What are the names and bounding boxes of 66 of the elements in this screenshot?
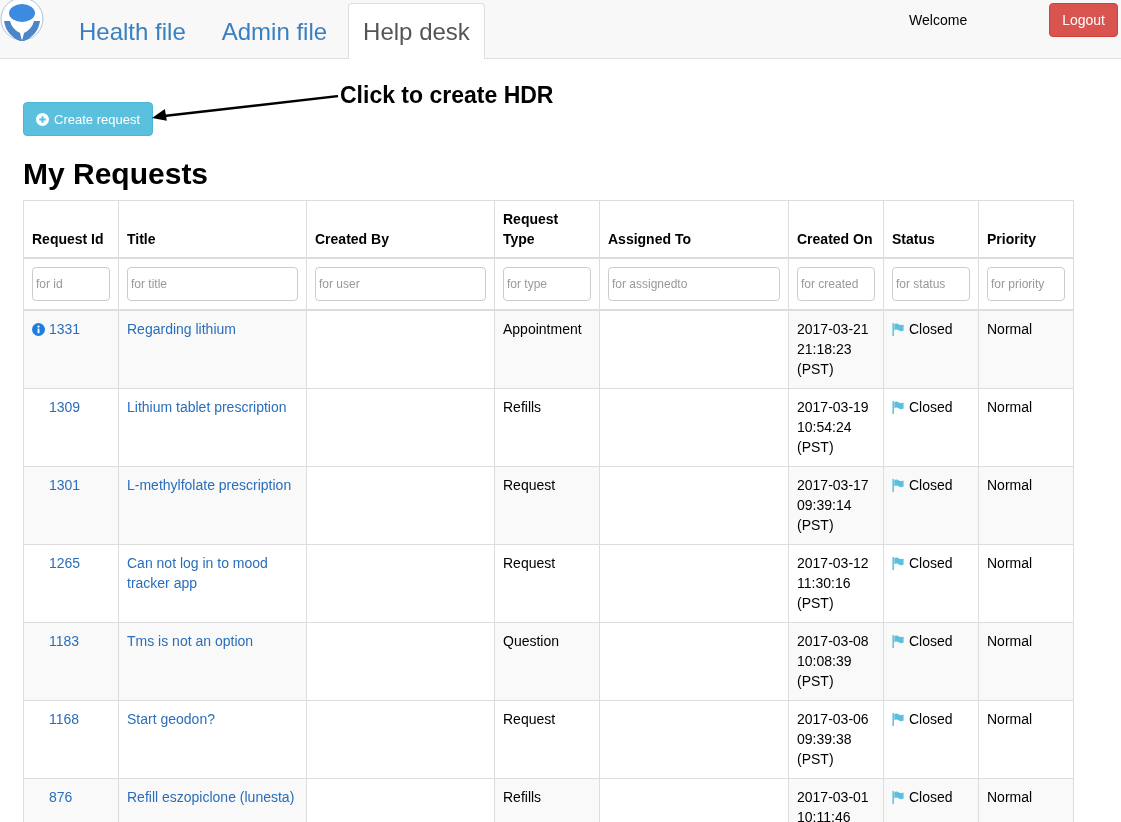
date-text: 2017-03-17 09:39:14 (PST) — [797, 476, 870, 535]
date-text: 2017-03-21 21:18:23 (PST) — [797, 320, 870, 379]
table-cell: Question — [494, 622, 600, 701]
table-cell: Normal — [978, 388, 1074, 467]
request-id-link[interactable]: 1309 — [49, 397, 81, 417]
date-text: 2017-03-06 09:39:38 (PST) — [797, 710, 870, 769]
request-id-link[interactable]: 1265 — [49, 553, 81, 573]
table-cell: Request — [494, 544, 600, 623]
annotation-text: Click to create HDR — [340, 82, 554, 109]
flag-icon — [892, 400, 904, 414]
table-cell: Appointment — [494, 310, 600, 389]
status-text: Closed — [909, 632, 953, 651]
filter-field[interactable]: for id — [32, 267, 110, 301]
nav-tab[interactable]: Health file — [64, 3, 201, 59]
status-text: Closed — [909, 398, 953, 417]
request-id-link[interactable]: 876 — [49, 787, 73, 807]
filter-field[interactable]: for user — [315, 267, 486, 301]
request-id-link[interactable]: 1183 — [49, 631, 80, 651]
flag-icon — [892, 712, 904, 726]
table-cell: Request — [494, 700, 600, 779]
column-header: Created On — [788, 200, 884, 258]
plus-circle-icon — [36, 112, 49, 126]
table-cell: Normal — [978, 544, 1074, 623]
column-header: Request Type — [494, 200, 600, 258]
flag-icon — [892, 556, 904, 570]
date-text: 2017-03-01 10:11:46 — [797, 788, 870, 822]
status-text: Closed — [909, 320, 953, 339]
date-text: 2017-03-08 10:08:39 (PST) — [797, 632, 870, 691]
date-text: 2017-03-19 10:54:24 (PST) — [797, 398, 870, 457]
welcome-text: Welcome — [909, 12, 968, 28]
status-text: Closed — [909, 788, 953, 807]
date-text: 2017-03-12 11:30:16 (PST) — [797, 554, 870, 613]
logout-button[interactable]: Logout — [1049, 3, 1118, 37]
request-id-link[interactable]: 1331 — [49, 319, 81, 339]
request-id-link[interactable]: 1168 — [49, 709, 80, 729]
request-id-link[interactable]: 1301 — [49, 475, 81, 495]
filter-field[interactable]: for status — [892, 267, 970, 301]
table-cell: Request — [494, 466, 600, 545]
table-cell: Normal — [978, 310, 1074, 389]
filter-field[interactable]: for priority — [987, 267, 1065, 301]
column-header: Request Id — [23, 200, 119, 258]
status-text: Closed — [909, 554, 953, 573]
filter-field[interactable]: for title — [127, 267, 298, 301]
filter-field[interactable]: for assignedto — [608, 267, 780, 301]
page-heading: My Requests — [23, 156, 210, 192]
flag-icon — [892, 790, 904, 804]
table-cell: Normal — [978, 466, 1074, 545]
table-cell: Refills — [494, 778, 600, 822]
filter-field[interactable]: for created — [797, 267, 875, 301]
status-text: Closed — [909, 476, 953, 495]
column-header: Status — [883, 200, 979, 258]
column-header: Title — [118, 200, 307, 258]
column-header: Assigned To — [599, 200, 789, 258]
table-cell: Normal — [978, 778, 1074, 822]
column-header: Created By — [306, 200, 495, 258]
filter-field[interactable]: for type — [503, 267, 591, 301]
flag-icon — [892, 322, 904, 336]
status-text: Closed — [909, 710, 953, 729]
flag-icon — [892, 478, 904, 492]
flag-icon — [892, 634, 904, 648]
table-cell: Normal — [978, 622, 1074, 701]
nav-tab[interactable]: Help desk — [348, 3, 485, 59]
nav-tab[interactable]: Admin file — [206, 3, 343, 59]
table-cell: Refills — [494, 388, 600, 467]
table-cell: Normal — [978, 700, 1074, 779]
column-header: Priority — [978, 200, 1074, 258]
